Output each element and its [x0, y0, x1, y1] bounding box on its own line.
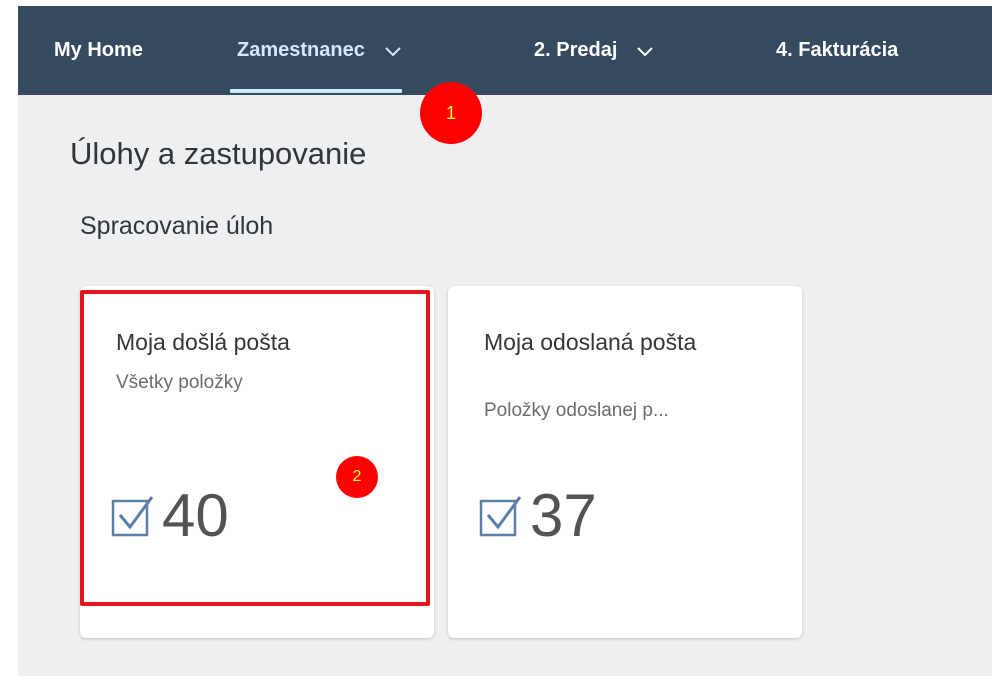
chevron-down-icon[interactable] — [383, 41, 403, 61]
tile-outgoing-mail[interactable]: Moja odoslaná pošta Položky odoslanej p.… — [448, 286, 802, 638]
tile-subtitle: Všetky položky — [116, 372, 243, 393]
section-title: Spracovanie úloh — [80, 212, 274, 240]
task-check-icon — [111, 496, 154, 537]
nav-item-my-home[interactable]: My Home — [54, 6, 143, 95]
app-frame: My Home Zamestnanec 2. Predaj 4. Fakturá… — [18, 6, 992, 676]
nav-item-label: Zamestnanec — [237, 39, 365, 61]
nav-item-label: My Home — [54, 39, 143, 61]
nav-item-label: 2. Predaj — [534, 39, 618, 61]
tile-title: Moja odoslaná pošta — [484, 329, 697, 355]
tile-kpi: 40 — [110, 486, 229, 546]
annotation-marker-1: 1 — [420, 82, 482, 144]
page-title: Úlohy a zastupovanie — [70, 136, 367, 171]
tile-incoming-mail[interactable]: Moja došlá pošta Všetky položky 40 — [80, 286, 434, 638]
tile-title: Moja došlá pošta — [116, 329, 290, 355]
tile-kpi: 37 — [478, 486, 597, 546]
tile-kpi-value: 40 — [162, 482, 229, 549]
nav-item-label: 4. Fakturácia — [776, 39, 899, 61]
tile-subtitle: Položky odoslanej p... — [484, 400, 669, 421]
nav-item-predaj[interactable]: 2. Predaj — [534, 6, 655, 95]
top-navigation-bar: My Home Zamestnanec 2. Predaj 4. Fakturá… — [18, 6, 992, 95]
chevron-down-icon[interactable] — [635, 41, 655, 61]
nav-item-zamestnanec[interactable]: Zamestnanec — [237, 6, 403, 95]
nav-item-fakturacia[interactable]: 4. Fakturácia — [776, 6, 898, 95]
active-tab-indicator — [230, 89, 402, 93]
tile-kpi-value: 37 — [530, 482, 597, 549]
task-check-icon — [479, 496, 522, 537]
annotation-marker-2: 2 — [336, 456, 378, 498]
